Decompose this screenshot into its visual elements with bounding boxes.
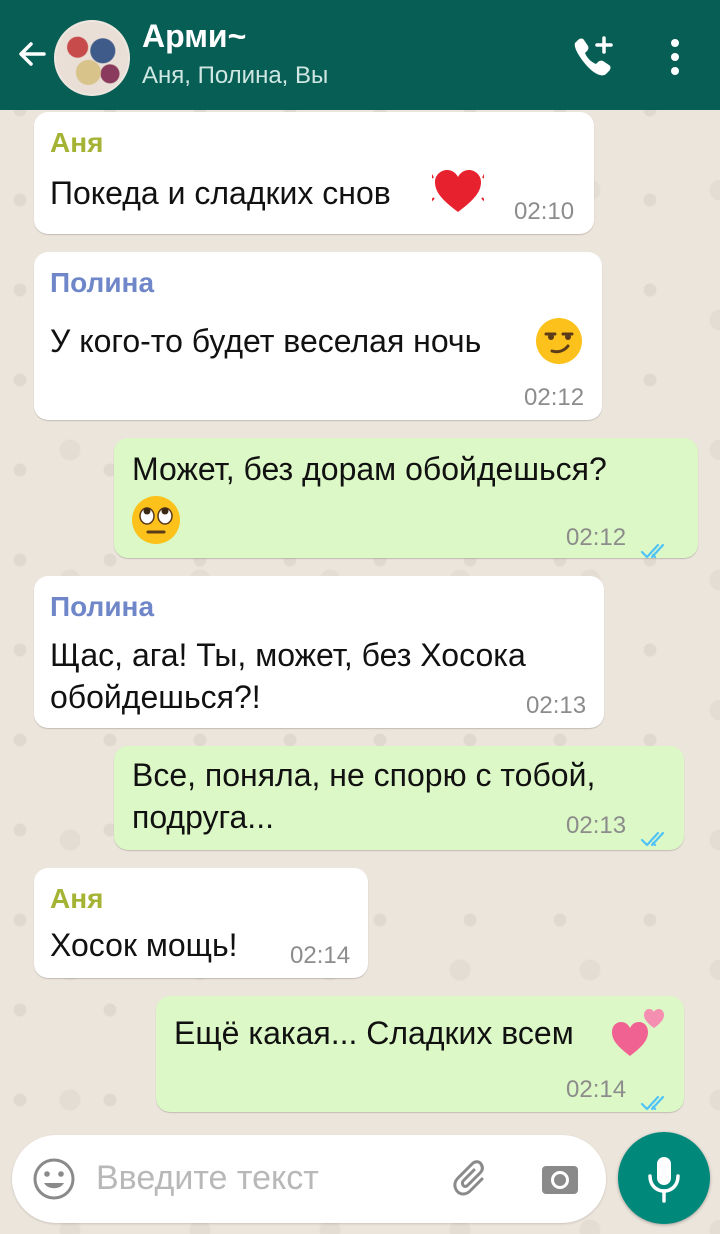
camera-icon[interactable] [538, 1157, 582, 1201]
smiley-icon[interactable] [32, 1157, 76, 1201]
message-time: 02:13 [526, 692, 587, 719]
message-bubble[interactable]: Ещё какая... Сладких всем 02:14 [156, 996, 684, 1112]
message-bubble[interactable]: Аня Покеда и сладких снов 02:10 [34, 112, 594, 234]
message-time: 02:14 [566, 1076, 627, 1103]
chat-participants[interactable]: Аня, Полина, Вы [142, 62, 328, 90]
heart-emoji [430, 168, 486, 226]
message-bubble[interactable]: Полина У кого-то будет веселая ночь 02:1… [34, 252, 602, 420]
read-ticks-icon [640, 816, 672, 847]
message-sender: Аня [50, 883, 104, 914]
arrow-left-icon[interactable] [14, 36, 50, 72]
smirk-emoji [534, 316, 584, 376]
message-text-line: обойдешься?! [50, 679, 261, 715]
message-bubble[interactable]: Все, поняла, не спорю с тобой, подруга..… [114, 746, 684, 850]
eye-roll-emoji [130, 494, 182, 556]
message-bubble[interactable]: Полина Щас, ага! Ты, может, без Хосока о… [34, 576, 604, 728]
two-hearts-emoji [610, 1006, 666, 1068]
message-time: 02:12 [524, 384, 585, 411]
message-input-bar[interactable]: Введите текст [12, 1135, 606, 1223]
message-bubble[interactable]: Аня Хосок мощь! 02:14 [34, 868, 368, 978]
chat-title[interactable]: Арми~ [142, 18, 246, 55]
read-ticks-icon [640, 1080, 672, 1111]
message-time: 02:10 [514, 198, 575, 225]
group-avatar[interactable] [54, 20, 130, 96]
message-time: 02:12 [566, 524, 627, 551]
message-text-line: Щас, ага! Ты, может, без Хосока [50, 637, 526, 673]
message-input[interactable]: Введите текст [96, 1159, 319, 1198]
message-text: Может, без дорам обойдешься? [132, 451, 607, 487]
message-text-line: Все, поняла, не спорю с тобой, [132, 757, 596, 793]
more-vert-icon[interactable] [668, 34, 682, 78]
message-text: Хосок мощь! [50, 927, 238, 963]
message-text: Покеда и сладких снов [50, 175, 391, 211]
message-time: 02:14 [290, 942, 351, 969]
message-sender: Полина [50, 267, 155, 298]
microphone-icon [648, 1157, 680, 1203]
message-sender: Аня [50, 127, 104, 158]
read-ticks-icon [640, 528, 672, 559]
chat-header: Арми~ Аня, Полина, Вы [0, 0, 720, 110]
message-text: У кого-то будет веселая ночь [50, 323, 482, 359]
message-text-line: подруга... [132, 799, 274, 835]
message-bubble[interactable]: Может, без дорам обойдешься? 02:12 [114, 438, 698, 559]
message-sender: Полина [50, 591, 155, 622]
paperclip-icon[interactable] [452, 1157, 496, 1201]
message-text: Ещё какая... Сладких всем [174, 1015, 574, 1051]
message-time: 02:13 [566, 812, 627, 839]
add-call-icon[interactable] [570, 34, 616, 78]
microphone-button[interactable] [618, 1132, 710, 1224]
